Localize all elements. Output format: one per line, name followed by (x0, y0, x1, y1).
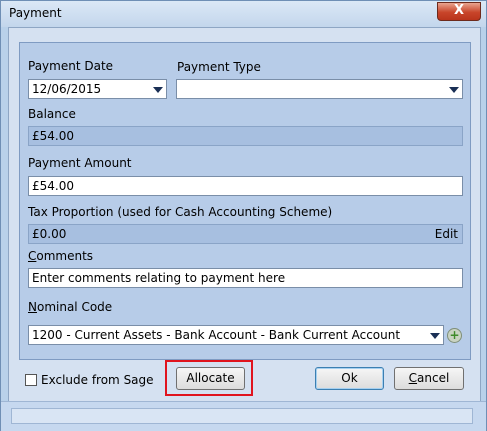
nominal-label-rest: ominal Code (36, 300, 113, 314)
exclude-from-sage-checkbox[interactable] (25, 374, 37, 386)
payment-amount-label: Payment Amount (28, 156, 132, 170)
comments-value: Enter comments relating to payment here (32, 271, 286, 285)
payment-window: Payment X Payment Date 12/06/2015 Paymen… (0, 0, 487, 431)
payment-date-value: 12/06/2015 (32, 82, 102, 96)
nominal-code-select[interactable]: 1200 - Current Assets - Bank Account - B… (28, 325, 444, 345)
payment-amount-value: £54.00 (32, 179, 74, 193)
chevron-down-icon[interactable] (445, 80, 462, 98)
close-button[interactable]: X (437, 2, 481, 21)
balance-field: £54.00 (28, 126, 463, 146)
payment-type-label: Payment Type (177, 60, 261, 74)
nominal-mnemonic: N (28, 300, 37, 314)
payment-amount-input[interactable]: £54.00 (28, 176, 463, 196)
nominal-code-value: 1200 - Current Assets - Bank Account - B… (32, 328, 401, 342)
ok-button[interactable]: Ok (315, 367, 384, 390)
chevron-down-icon[interactable] (149, 80, 166, 98)
cancel-mnemonic: C (408, 371, 418, 385)
payment-date-select[interactable]: 12/06/2015 (28, 79, 167, 99)
comments-label-rest: omments (36, 249, 94, 263)
form-panel: Payment Date 12/06/2015 Payment Type Bal… (19, 42, 471, 360)
chevron-down-icon[interactable] (426, 326, 443, 344)
comments-input[interactable]: Enter comments relating to payment here (28, 268, 463, 288)
tax-edit-link[interactable]: Edit (435, 225, 458, 243)
comments-label: Comments (28, 249, 93, 263)
tax-proportion-label: Tax Proportion (used for Cash Accounting… (28, 205, 333, 219)
exclude-from-sage-label: Exclude from Sage (41, 373, 154, 387)
cancel-label-rest: ancel (417, 371, 450, 385)
nominal-code-label: Nominal Code (28, 300, 112, 314)
title-bar[interactable]: Payment X (1, 1, 486, 27)
status-bar-inner (11, 408, 473, 424)
balance-value: £54.00 (32, 129, 74, 143)
close-icon: X (453, 3, 465, 18)
tax-proportion-value: £0.00 (32, 227, 67, 241)
allocate-highlight (165, 360, 253, 396)
plus-icon[interactable]: + (447, 328, 462, 343)
balance-label: Balance (28, 107, 76, 121)
payment-date-label: Payment Date (28, 59, 114, 73)
cancel-button[interactable]: Cancel (394, 367, 464, 390)
payment-type-select[interactable] (176, 79, 463, 99)
window-title: Payment (9, 6, 62, 20)
tax-proportion-field: £0.00 Edit (28, 224, 463, 244)
